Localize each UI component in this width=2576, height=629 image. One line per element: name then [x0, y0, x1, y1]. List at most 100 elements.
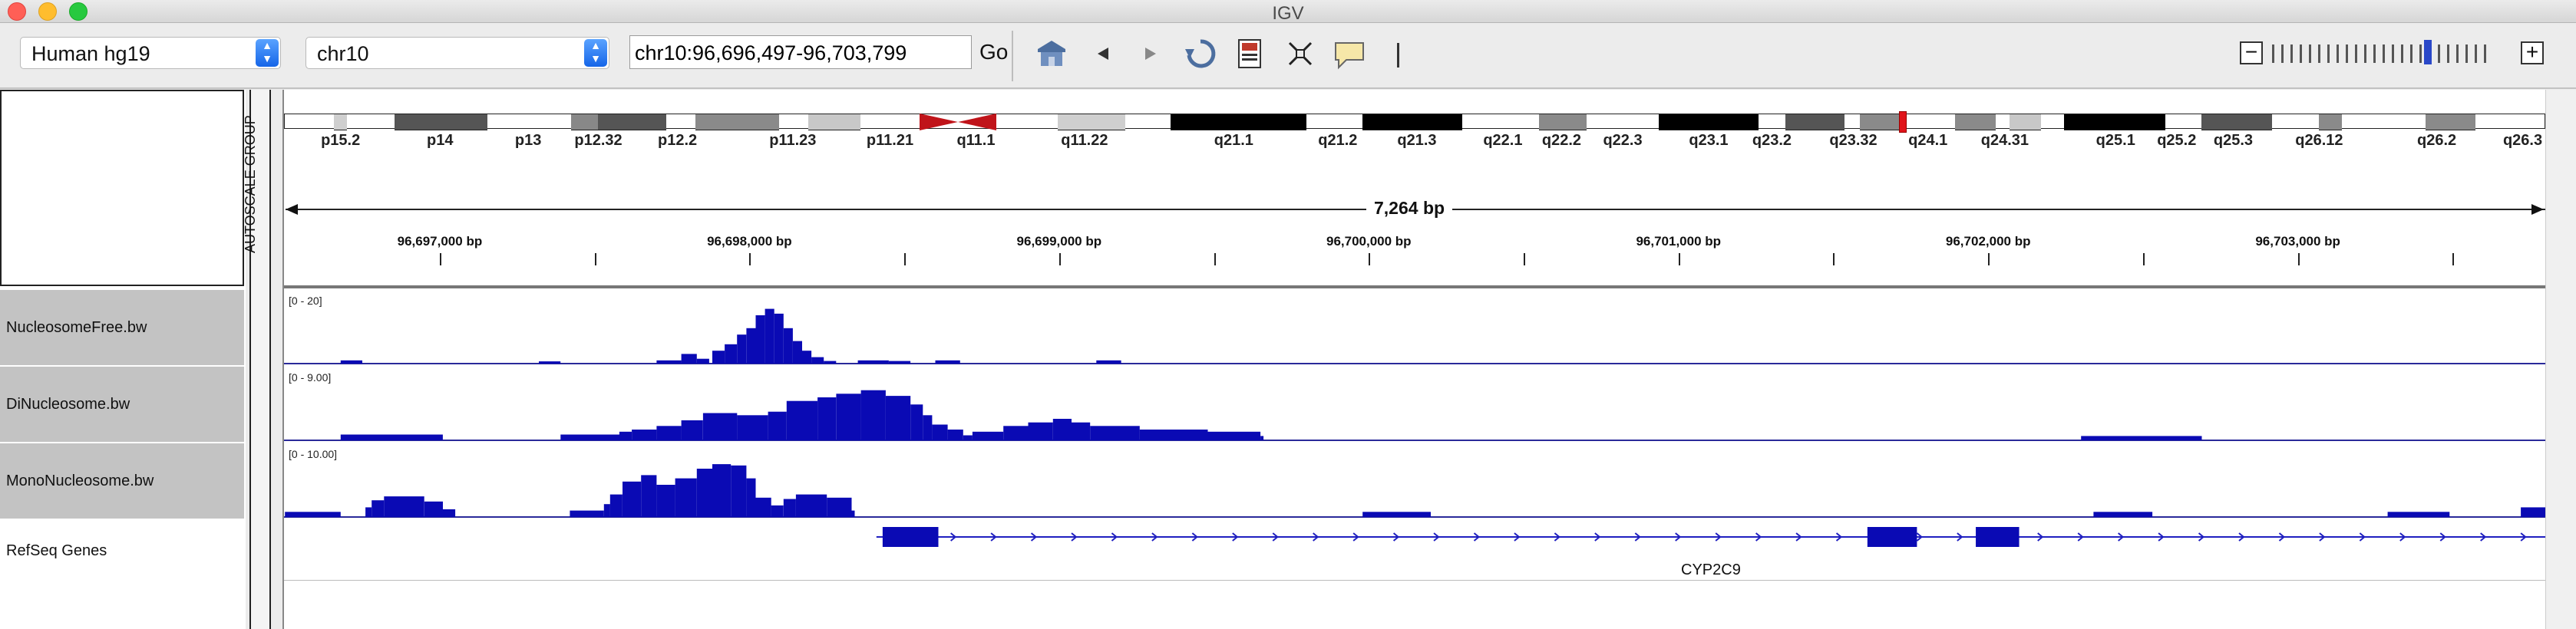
- signal-bar: [746, 478, 756, 517]
- zoom-tick: [2281, 44, 2284, 63]
- signal-bar: [811, 357, 824, 364]
- ruler-minor-tick: [594, 253, 596, 265]
- zoom-tick: [2309, 44, 2311, 63]
- signal-bar: [424, 501, 443, 517]
- signal-bar: [340, 360, 362, 364]
- signal-bar: [817, 397, 837, 440]
- zoom-tick: [2447, 44, 2449, 63]
- signal-bar: [1052, 419, 1072, 440]
- chromosome-ideogram[interactable]: [284, 111, 2545, 133]
- zoom-out-button[interactable]: −: [2240, 41, 2263, 64]
- signal-bar: [2081, 436, 2202, 440]
- arrow-left-icon: [286, 204, 298, 215]
- signal-bar: [1139, 430, 1208, 440]
- signal-bar: [851, 510, 855, 517]
- zoom-tick: [2465, 44, 2468, 63]
- ideogram-band: [1955, 114, 1996, 130]
- ideogram-band: [695, 114, 780, 130]
- ideogram-band-label: q23.1: [1689, 132, 1729, 149]
- signal-bar: [786, 400, 818, 440]
- zoom-tick: [2392, 44, 2394, 63]
- signal-bar: [2093, 512, 2153, 517]
- vertical-scrollbar[interactable]: [2545, 90, 2576, 629]
- forward-icon[interactable]: [1141, 43, 1161, 64]
- signal-bar: [972, 431, 1004, 440]
- zoom-tick: [2300, 44, 2302, 63]
- zoom-tick: [2318, 44, 2320, 63]
- signal-bar: [737, 415, 768, 440]
- ideogram-band-label: q23.32: [1829, 132, 1878, 149]
- ideogram-band: [808, 114, 861, 130]
- ruler-major-tick: [2297, 253, 2300, 265]
- zoom-tick: [2484, 44, 2486, 63]
- roi-icon[interactable]: [1397, 43, 1399, 68]
- signal-bar: [824, 361, 837, 364]
- signal-bar: [1072, 422, 1091, 440]
- zoom-tick: [2290, 44, 2293, 63]
- signal-bar: [755, 315, 765, 364]
- ideogram-band-label: p14: [427, 132, 454, 149]
- ruler-tick-label: 96,702,000 bp: [1945, 234, 2031, 249]
- fit-to-window-icon[interactable]: [1286, 40, 1314, 68]
- signal-bar: [885, 396, 911, 440]
- gene-intron-line[interactable]: [876, 536, 2545, 538]
- ideogram-band: [2319, 114, 2342, 130]
- track-name-mononucleosome[interactable]: MonoNucleosome.bw: [0, 443, 244, 519]
- zoom-tick: [2346, 44, 2348, 63]
- signal-bar: [2521, 507, 2545, 517]
- track-name-dinucleosome[interactable]: DiNucleosome.bw: [0, 367, 244, 442]
- resize-tracks-icon[interactable]: [1236, 37, 1263, 71]
- ideogram-band-label: p11.23: [769, 132, 817, 149]
- signal-bar: [632, 430, 657, 440]
- signal-bar: [1003, 426, 1029, 440]
- ruler-major-tick: [1678, 253, 1680, 265]
- current-region-marker[interactable]: [1899, 111, 1907, 133]
- zoom-slider[interactable]: [2272, 0, 2502, 77]
- home-icon[interactable]: [1036, 38, 1067, 69]
- ruler-major-tick: [1369, 253, 1371, 265]
- gene-exon[interactable]: [1867, 527, 1917, 547]
- arrow-right-icon: [2531, 204, 2544, 215]
- back-icon[interactable]: [1093, 43, 1113, 64]
- track-name-refseq[interactable]: RefSeq Genes: [0, 520, 244, 581]
- autoscale-group-header[interactable]: AUTOSCALE GROUP: [243, 115, 259, 253]
- ideogram-band: [571, 114, 599, 130]
- gene-exon[interactable]: [1976, 527, 2020, 547]
- zoom-tick: [2364, 44, 2366, 63]
- signal-bar: [712, 464, 732, 517]
- ruler-major-tick: [439, 253, 441, 265]
- signal-bar: [656, 360, 682, 364]
- ruler-tick-label: 96,698,000 bp: [707, 234, 792, 249]
- zoom-in-button[interactable]: +: [2521, 41, 2544, 64]
- centromere-marker: [919, 114, 996, 130]
- ideogram-band-label: q11.22: [1061, 132, 1108, 149]
- gene-label[interactable]: CYP2C9: [1681, 561, 1741, 579]
- ideogram-band-label: q25.3: [2213, 132, 2254, 149]
- locus-input[interactable]: chr10:96,696,497-96,703,799: [629, 35, 972, 69]
- ruler-minor-tick: [904, 253, 907, 265]
- ideogram-band: [1539, 114, 1587, 130]
- gene-exon[interactable]: [882, 527, 939, 547]
- ruler-minor-tick: [1524, 253, 1525, 265]
- popup-text-icon[interactable]: [1333, 40, 1366, 71]
- signal-bar: [888, 361, 911, 364]
- go-button[interactable]: Go: [979, 40, 1008, 64]
- signal-tracks[interactable]: [284, 288, 2545, 611]
- ideogram-band: [1057, 114, 1125, 130]
- track-name-nucleosomefree[interactable]: NucleosomeFree.bw: [0, 290, 244, 365]
- zoom-slider-thumb[interactable]: [2424, 40, 2432, 64]
- signal-bar: [827, 497, 852, 517]
- refresh-icon[interactable]: [1184, 37, 1217, 71]
- signal-bar: [560, 434, 619, 440]
- signal-bar: [746, 328, 756, 364]
- signal-bar: [696, 358, 709, 364]
- signal-bar: [1096, 360, 1121, 364]
- ideogram-band-label: p13: [514, 132, 542, 149]
- ruler-major-tick: [749, 253, 751, 265]
- zoom-tick: [2383, 44, 2385, 63]
- chromosome-select[interactable]: chr10 ▲ ▼: [305, 37, 609, 69]
- signal-bar: [857, 360, 889, 364]
- signal-bar: [947, 430, 963, 440]
- genome-select[interactable]: Human hg19 ▲ ▼: [20, 37, 281, 69]
- signal-bar: [696, 469, 712, 517]
